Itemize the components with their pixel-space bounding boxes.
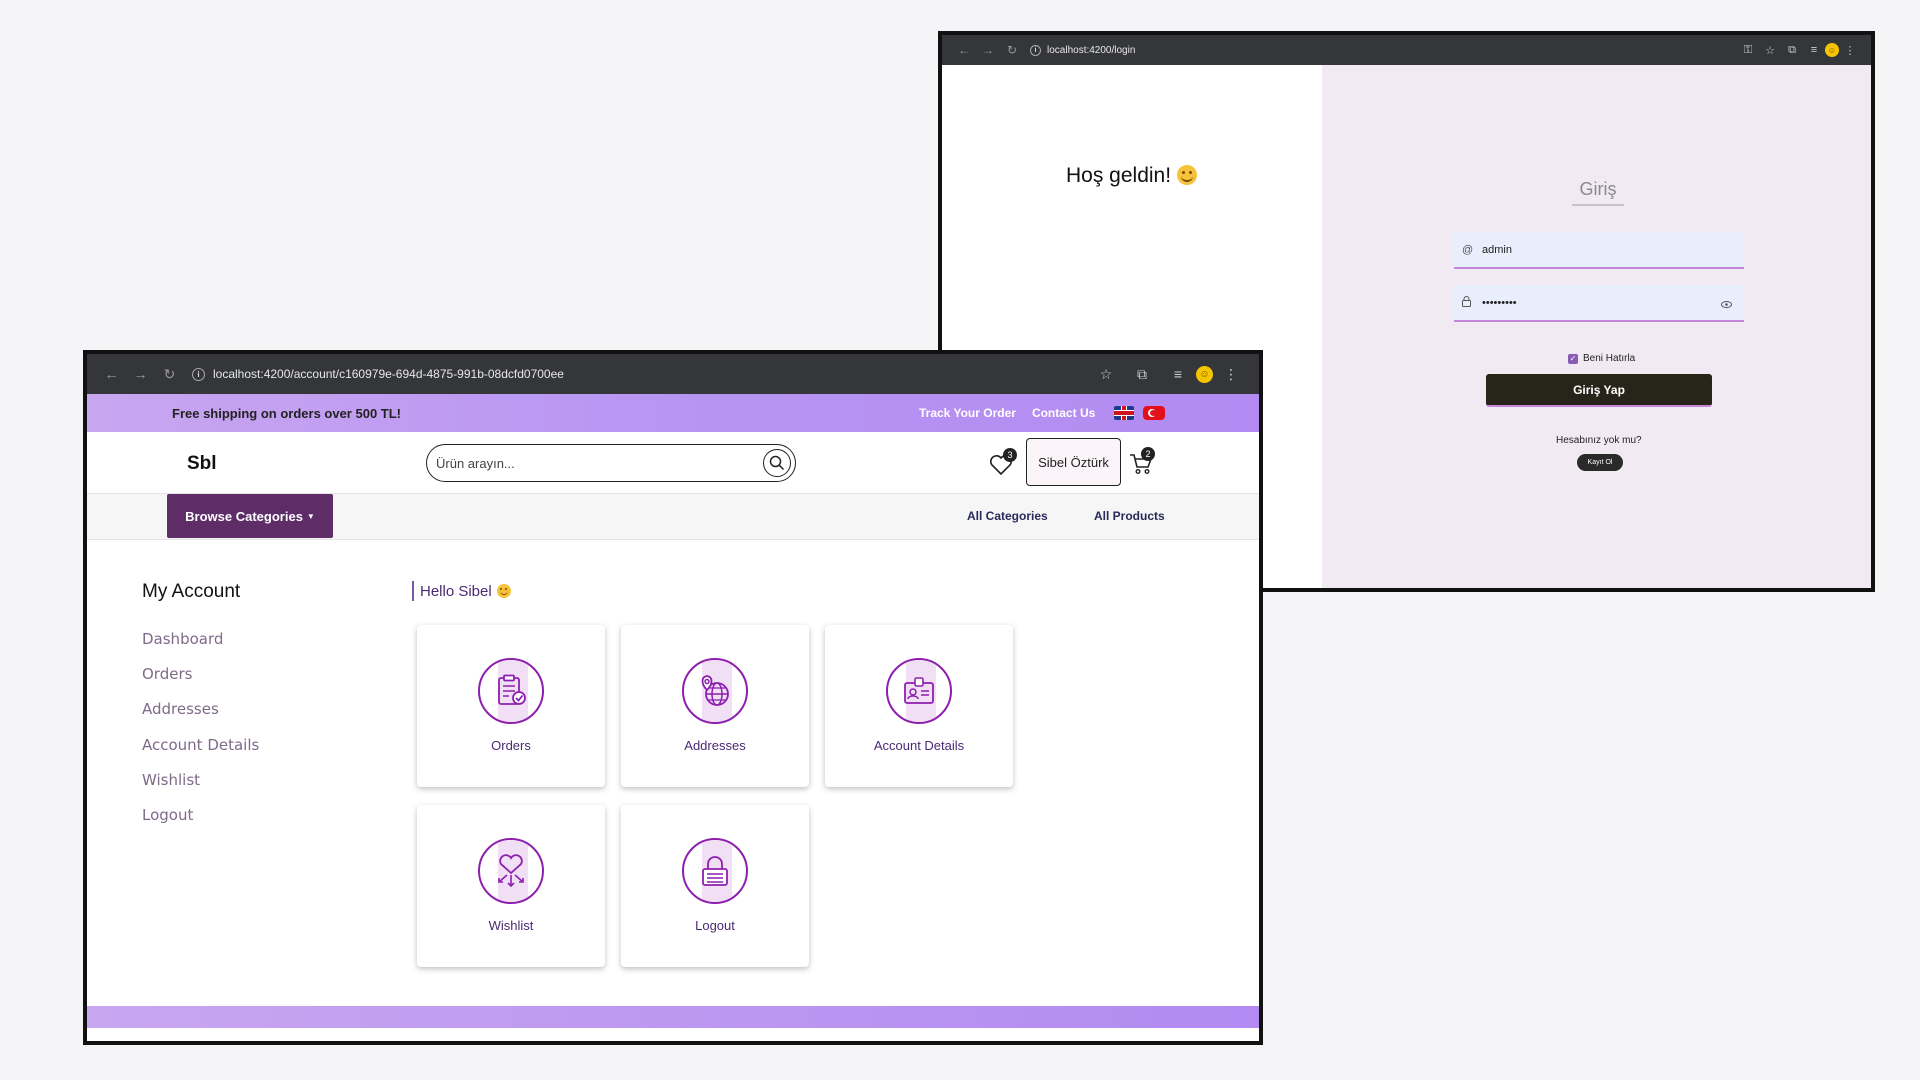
browser-tools: ☆ ⧉ ≡ ☺ ⋮ <box>1088 361 1249 387</box>
uk-flag-icon[interactable] <box>1114 406 1134 420</box>
sidebar-link-logout[interactable]: Logout <box>142 806 193 824</box>
back-icon[interactable]: ← <box>952 40 976 60</box>
site-info-icon[interactable]: i <box>1030 44 1041 56</box>
logout-tile[interactable]: Logout <box>621 805 809 967</box>
browser-nav: ← → ↻ <box>952 40 1024 60</box>
promo-links: Track Your Order Contact Us <box>919 406 1095 420</box>
username-value: admin <box>1482 243 1512 256</box>
forward-icon[interactable]: → <box>126 361 155 387</box>
star-icon[interactable]: ☆ <box>1759 40 1781 60</box>
browser-nav: ← → ↻ <box>97 361 184 387</box>
login-title: Giriş <box>1572 179 1624 206</box>
caret-down-icon: ▼ <box>306 511 315 521</box>
wishlist-tile-label: Wishlist <box>488 918 534 933</box>
show-password-eye-icon[interactable] <box>1721 300 1732 311</box>
sidebar-link-dashboard[interactable]: Dashboard <box>142 630 223 648</box>
orders-tile-label: Orders <box>491 738 531 753</box>
greeting-text: Hello Sibel <box>420 582 492 600</box>
wishlist-heart-arrows-icon <box>478 838 544 904</box>
cart-icon[interactable]: 2 <box>1129 447 1155 475</box>
contact-us-link[interactable]: Contact Us <box>1032 406 1095 420</box>
url-text: localhost:4200/account/c160979e-694d-487… <box>213 367 564 381</box>
all-categories-link[interactable]: All Categories <box>967 509 1048 523</box>
no-account-text: Hesabınız yok mu? <box>1556 435 1642 446</box>
browser-tools: ⚿ ☆ ⧉ ≡ ☺ ⋮ <box>1737 40 1861 60</box>
wishlist-count-badge: 3 <box>1003 448 1017 462</box>
forward-icon[interactable]: → <box>976 40 1000 60</box>
wishlist-tile[interactable]: Wishlist <box>417 805 605 967</box>
site-info-icon[interactable]: i <box>192 367 205 381</box>
back-icon[interactable]: ← <box>97 361 126 387</box>
wishlist-heart-icon[interactable]: 3 <box>989 448 1017 476</box>
orders-tile[interactable]: Orders <box>417 625 605 787</box>
browser-toolbar: ← → ↻ i localhost:4200/account/c160979e-… <box>87 354 1259 394</box>
account-content: My Account Dashboard Orders Addresses Ac… <box>87 540 1259 1028</box>
padlock-icon <box>682 838 748 904</box>
address-bar[interactable]: i localhost:4200/login <box>1030 44 1737 56</box>
star-icon[interactable]: ☆ <box>1088 361 1124 387</box>
account-details-tile-label: Account Details <box>873 738 965 753</box>
account-details-tile[interactable]: Account Details <box>825 625 1013 787</box>
remember-label: Beni Hatırla <box>1583 353 1636 364</box>
password-value: ••••••••• <box>1482 296 1517 309</box>
address-bar[interactable]: i localhost:4200/account/c160979e-694d-4… <box>192 367 1088 381</box>
site-logo[interactable]: Sbl <box>187 453 217 475</box>
welcome-heading: Hoş geldin! <box>1066 164 1198 188</box>
language-switcher <box>1114 406 1165 420</box>
orders-clipboard-icon <box>478 658 544 724</box>
shop-browser-window: ← → ↻ i localhost:4200/account/c160979e-… <box>83 350 1263 1045</box>
sidebar-link-account-details[interactable]: Account Details <box>142 736 259 754</box>
welcome-text: Hoş geldin! <box>1066 164 1172 187</box>
promo-bar: Free shipping on orders over 500 TL! Tra… <box>87 394 1259 432</box>
addresses-tile-label: Addresses <box>684 738 746 753</box>
smile-emoji-icon <box>496 584 511 598</box>
user-account-button[interactable]: Sibel Öztürk <box>1026 438 1121 486</box>
media-icon[interactable]: ≡ <box>1803 40 1825 60</box>
track-order-link[interactable]: Track Your Order <box>919 406 1016 420</box>
free-shipping-text: Free shipping on orders over 500 TL! <box>172 405 401 421</box>
sidebar-link-orders[interactable]: Orders <box>142 665 192 683</box>
login-form-panel: Giriş @ admin ••••••••• ✓ Beni Hatırla G… <box>1322 65 1871 588</box>
search-icon[interactable] <box>763 449 791 477</box>
key-icon[interactable]: ⚿ <box>1737 40 1759 60</box>
site-header: Sbl Ürün arayın... 3 Sibel Öztürk 2 <box>87 432 1259 494</box>
browse-categories-label: Browse Categories <box>185 508 303 524</box>
menu-icon[interactable]: ⋮ <box>1213 361 1249 387</box>
password-field[interactable]: ••••••••• <box>1454 285 1744 322</box>
browser-toolbar: ← → ↻ i localhost:4200/login ⚿ ☆ ⧉ ≡ ☺ ⋮ <box>942 35 1871 65</box>
reload-icon[interactable]: ↻ <box>1000 40 1024 60</box>
at-icon: @ <box>1462 243 1474 256</box>
url-text: localhost:4200/login <box>1047 44 1136 56</box>
register-button[interactable]: Kayıt Ol <box>1577 454 1623 471</box>
addresses-globe-pin-icon <box>682 658 748 724</box>
login-button[interactable]: Giriş Yap <box>1486 374 1712 407</box>
addresses-tile[interactable]: Addresses <box>621 625 809 787</box>
lock-icon <box>1462 295 1482 310</box>
category-bar: Browse Categories ▼ All Categories All P… <box>87 494 1259 540</box>
remember-checkbox[interactable]: ✓ <box>1568 353 1578 364</box>
media-icon[interactable]: ≡ <box>1160 361 1196 387</box>
profile-avatar-icon[interactable]: ☺ <box>1196 365 1213 383</box>
logout-tile-label: Logout <box>695 918 735 933</box>
search-input[interactable]: Ürün arayın... <box>436 456 515 471</box>
turkey-flag-icon[interactable] <box>1143 406 1165 420</box>
footer-strip <box>87 1006 1259 1028</box>
id-card-icon <box>886 658 952 724</box>
search-bar[interactable]: Ürün arayın... <box>426 444 796 482</box>
my-account-title: My Account <box>142 581 241 602</box>
extensions-icon[interactable]: ⧉ <box>1781 40 1803 60</box>
smile-emoji-icon <box>1177 165 1198 185</box>
username-field[interactable]: @ admin <box>1454 232 1744 269</box>
extensions-icon[interactable]: ⧉ <box>1124 361 1160 387</box>
browse-categories-button[interactable]: Browse Categories ▼ <box>167 494 333 538</box>
menu-icon[interactable]: ⋮ <box>1839 40 1861 60</box>
profile-avatar-icon[interactable]: ☺ <box>1825 43 1839 57</box>
sidebar-link-addresses[interactable]: Addresses <box>142 700 219 718</box>
hello-greeting: Hello Sibel <box>412 581 511 601</box>
sidebar-link-wishlist[interactable]: Wishlist <box>142 771 200 789</box>
reload-icon[interactable]: ↻ <box>155 361 184 387</box>
remember-me[interactable]: ✓ Beni Hatırla <box>1568 353 1635 364</box>
cart-count-badge: 2 <box>1141 447 1155 461</box>
all-products-link[interactable]: All Products <box>1094 509 1165 523</box>
